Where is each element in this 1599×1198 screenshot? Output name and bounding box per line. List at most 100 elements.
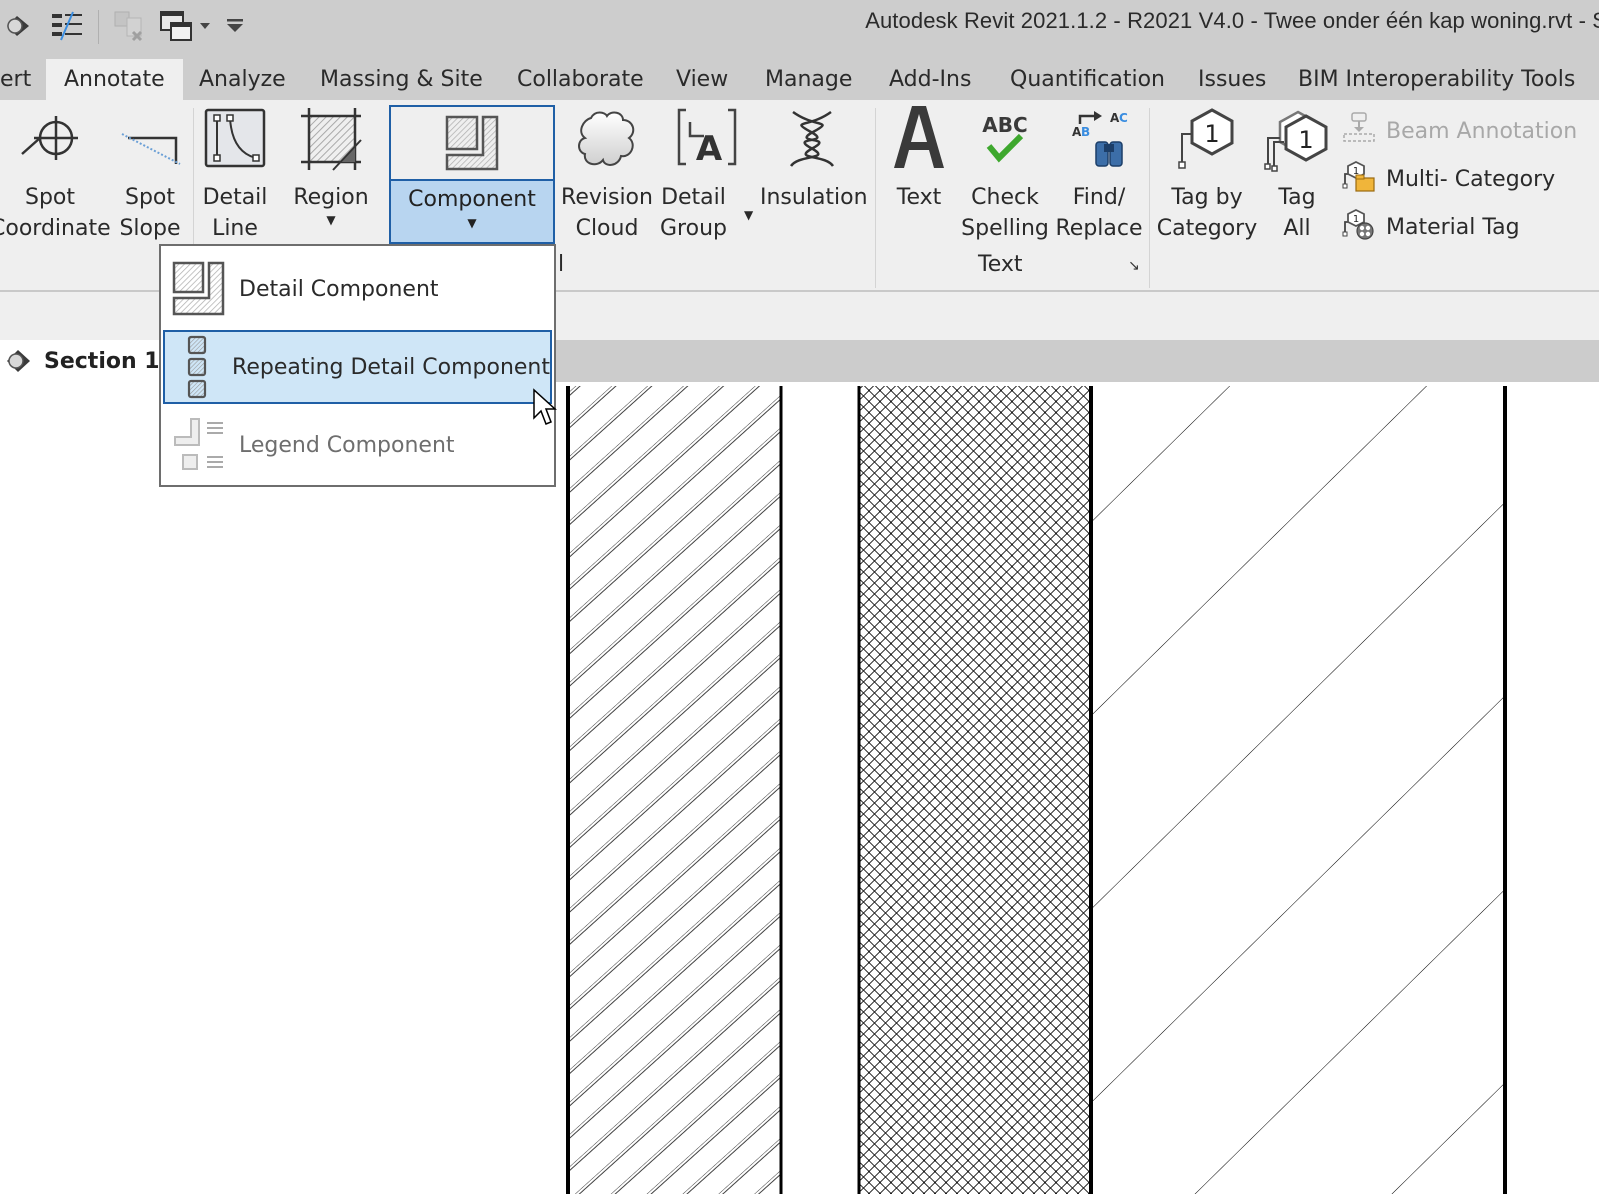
tag-by-category-icon: 1 [1176, 108, 1238, 179]
revision-cloud-label-2: Cloud [575, 216, 639, 241]
find-replace-button[interactable]: ACAB Find/Replace [1054, 100, 1144, 241]
tab-analyze[interactable]: Analyze [181, 59, 304, 100]
tab-issues[interactable]: Issues [1180, 59, 1284, 100]
detail-group-button[interactable]: A Detail Group ▼ [660, 100, 753, 241]
tag-all-label-1: Tag [1278, 185, 1316, 210]
tab-bim-interoperability-tools[interactable]: BIM Interoperability Tools [1280, 59, 1593, 100]
ribbon-tabs: ert Annotate Analyze Massing & Site Coll… [0, 52, 1599, 100]
svg-text:ABC: ABC [982, 113, 1027, 137]
check-spelling-button[interactable]: ABC Check Spelling [960, 100, 1050, 241]
detail-group-icon: A [676, 108, 738, 177]
close-inactive-views-icon[interactable] [112, 10, 146, 42]
beam-annotation-button[interactable]: Beam Annotation [1342, 112, 1577, 150]
tab-manage[interactable]: Manage [747, 59, 870, 100]
find-replace-icon: ACAB [1068, 108, 1130, 179]
text-panel-label: Text [978, 252, 1023, 277]
multi-category-label: Multi- Category [1386, 166, 1556, 192]
title-bar: Autodesk Revit 2021.1.2 - R2021 V4.0 - T… [0, 0, 1599, 52]
revision-cloud-button[interactable]: Revision Cloud [560, 100, 654, 241]
spot-slope-icon [118, 108, 182, 177]
material-tag-label: Material Tag [1386, 214, 1520, 240]
insulation-label: Insulation [760, 185, 868, 210]
detail-line-button[interactable]: Detail Line [198, 100, 272, 241]
spot-slope-label-1: Spot [124, 185, 175, 210]
spot-coordinate-button[interactable]: Spot Coordinate [0, 100, 111, 241]
switch-windows-dropdown-icon[interactable] [198, 10, 212, 42]
svg-text:A: A [696, 129, 723, 168]
insulation-button[interactable]: Insulation [760, 100, 868, 240]
insulation-layer [859, 386, 1091, 1194]
tab-massing-site[interactable]: Massing & Site [302, 59, 501, 100]
switch-windows-icon[interactable] [158, 10, 194, 42]
detail-panel-label: l [558, 252, 565, 277]
tag-all-button[interactable]: 1 Tag All [1262, 100, 1332, 241]
tab-quantification[interactable]: Quantification [992, 59, 1183, 100]
material-tag-icon: 1 [1342, 208, 1378, 246]
text-icon [892, 102, 946, 181]
mouse-cursor-icon [532, 388, 558, 432]
spot-coordinate-label-2: Coordinate [0, 216, 111, 241]
tag-by-category-label-1: Tag by [1171, 185, 1243, 210]
find-replace-label-1: Find/ [1072, 185, 1126, 210]
insulation-icon [785, 108, 839, 179]
svg-text:C: C [1119, 111, 1128, 125]
multi-category-tag-icon: 1 [1342, 160, 1378, 198]
repeating-detail-component-label: Repeating Detail Component [232, 354, 550, 380]
menu-item-legend-component[interactable]: Legend Component [163, 408, 552, 482]
brick-layer [567, 386, 781, 1194]
panel-separator [875, 108, 876, 288]
tag-all-label-2: All [1283, 216, 1311, 241]
spot-coordinate-icon [18, 108, 82, 177]
text-panel-settings-launcher-icon[interactable]: ↘ [1128, 258, 1140, 274]
text-button[interactable]: Text [886, 100, 952, 240]
detail-group-dropdown-arrow-icon[interactable]: ▼ [744, 200, 753, 231]
tag-by-category-button[interactable]: 1 Tag by Category [1156, 100, 1258, 241]
material-tag-button[interactable]: 1 Material Tag [1342, 208, 1520, 246]
tab-annotate[interactable]: Annotate [46, 59, 183, 100]
customize-qat-dropdown-icon[interactable] [224, 10, 246, 42]
check-spelling-label-2: Spelling [961, 216, 1049, 241]
tab-insert[interactable]: ert [0, 59, 49, 100]
region-label: Region [293, 185, 369, 210]
beam-annotation-icon [1342, 112, 1378, 150]
tab-add-ins[interactable]: Add-Ins [871, 59, 989, 100]
svg-text:1: 1 [1204, 120, 1219, 148]
view-tab-section-1[interactable]: Section 1 [0, 340, 160, 382]
menu-item-repeating-detail-component[interactable]: Repeating Detail Component [163, 330, 552, 404]
spot-slope-label-2: Slope [119, 216, 181, 241]
detail-group-label-2: Group [660, 216, 727, 241]
multi-category-tag-button[interactable]: 1 Multi- Category [1342, 160, 1555, 198]
drawing-canvas[interactable] [0, 382, 1599, 1194]
revision-cloud-label-1: Revision [561, 185, 653, 210]
masonry-layer [1093, 386, 1505, 1194]
svg-text:B: B [1081, 125, 1090, 139]
thin-lines-icon[interactable] [50, 10, 84, 42]
tab-view[interactable]: View [658, 59, 746, 100]
component-dropdown-trigger[interactable]: Component ▼ [391, 179, 553, 242]
region-icon [299, 108, 363, 181]
repeating-detail-component-icon [171, 334, 222, 400]
spot-slope-button[interactable]: Spot Slope [114, 100, 186, 241]
revision-cloud-icon [575, 108, 639, 181]
revit-app-icon[interactable] [2, 10, 34, 42]
tag-all-icon: 1 [1264, 108, 1330, 183]
component-button[interactable]: Component ▼ [389, 105, 555, 244]
section-view-icon [4, 347, 32, 375]
region-dropdown-arrow-icon[interactable]: ▼ [290, 213, 372, 227]
detail-component-label: Detail Component [239, 276, 439, 302]
tab-collaborate[interactable]: Collaborate [499, 59, 662, 100]
svg-text:1: 1 [1353, 214, 1359, 225]
component-dropdown-menu: Detail Component Repeating Detail Compon… [159, 244, 556, 487]
text-label: Text [896, 185, 942, 210]
check-spelling-icon: ABC [975, 108, 1035, 177]
wall-section-drawing [566, 386, 1507, 1194]
panel-separator [1149, 108, 1150, 288]
window-title: Autodesk Revit 2021.1.2 - R2021 V4.0 - T… [865, 8, 1599, 33]
menu-item-detail-component[interactable]: Detail Component [163, 252, 552, 326]
beam-annotation-label: Beam Annotation [1386, 118, 1578, 144]
find-replace-label-2: Replace [1055, 216, 1143, 241]
region-button[interactable]: Region ▼ [290, 100, 372, 240]
detail-line-label-1: Detail [202, 185, 268, 210]
detail-line-label-2: Line [212, 216, 258, 241]
component-icon [443, 115, 501, 177]
